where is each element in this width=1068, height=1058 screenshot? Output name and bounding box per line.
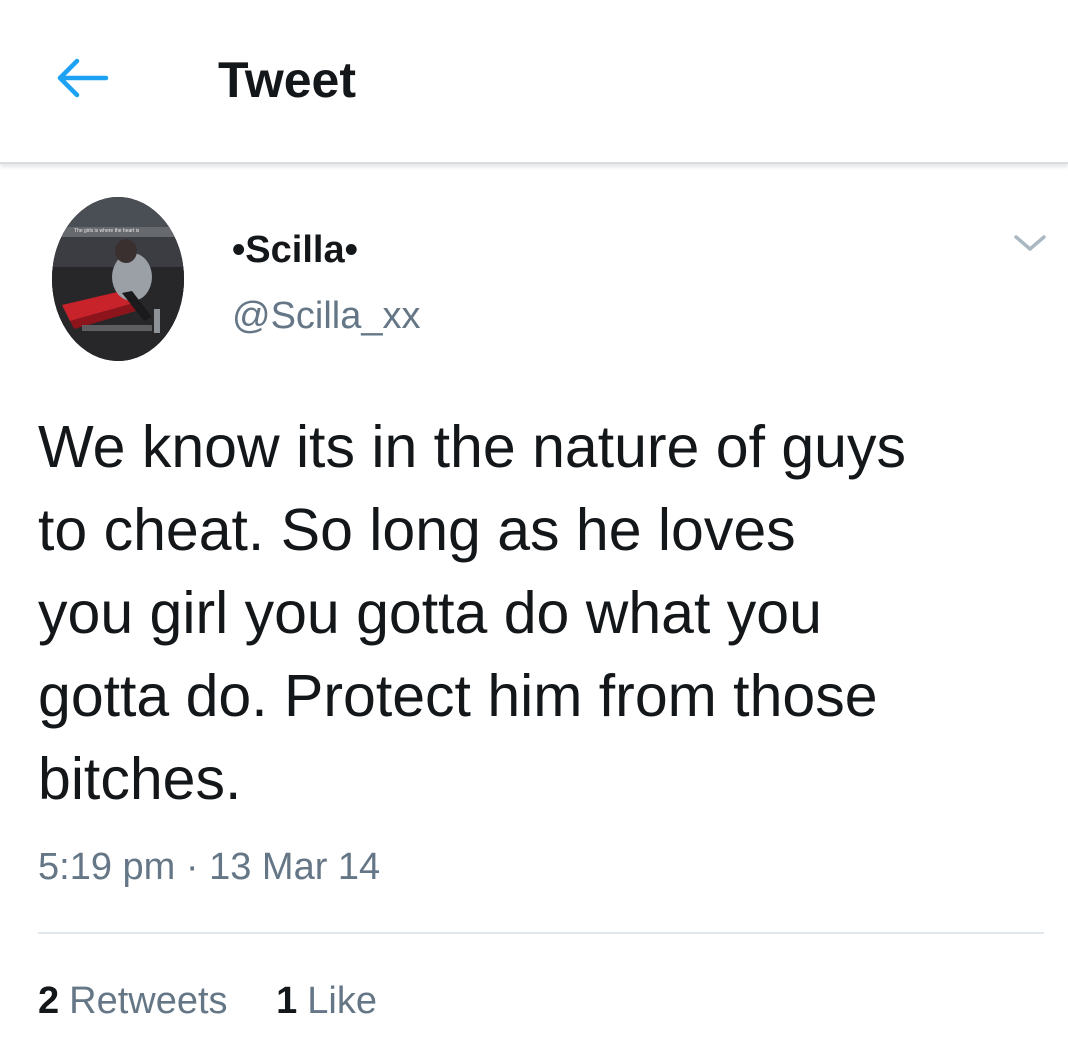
tweet-text-line: you girl you gotta do what you <box>38 580 822 646</box>
timestamp-separator: · <box>185 846 199 888</box>
page-title: Tweet <box>218 52 356 108</box>
retweets-stat[interactable]: 2 Retweets <box>38 978 228 1024</box>
arrow-left-icon <box>57 58 109 98</box>
back-button[interactable] <box>50 52 114 104</box>
tweet-text-line: We know its in the nature of guys <box>38 414 906 480</box>
top-bar: Tweet <box>0 0 1068 164</box>
author-handle[interactable]: @Scilla_xx <box>232 294 421 338</box>
tweet-time: 5:19 pm <box>38 846 176 888</box>
tweet-text-line: gotta do. Protect him from those <box>38 663 878 729</box>
tweet-text-line: bitches. <box>38 746 242 812</box>
tweet-stats: 2 Retweets 1 Like <box>38 978 377 1024</box>
retweets-label: Retweets <box>69 980 228 1022</box>
tweet-timestamp: 5:19 pm · 13 Mar 14 <box>38 844 380 890</box>
divider <box>38 932 1044 934</box>
avatar-caption: The girls is where the heart is <box>74 228 140 234</box>
tweet-date: 13 Mar 14 <box>209 846 381 888</box>
more-options-button[interactable] <box>1010 228 1050 258</box>
likes-label: Like <box>307 980 377 1022</box>
retweets-count: 2 <box>38 980 60 1022</box>
avatar[interactable]: The girls is where the heart is <box>52 197 184 361</box>
chevron-down-icon <box>1014 235 1046 251</box>
likes-stat[interactable]: 1 Like <box>276 978 377 1024</box>
tweet-text-line: to cheat. So long as he loves <box>38 497 796 563</box>
likes-count: 1 <box>276 980 298 1022</box>
tweet-text: We know its in the nature of guys to che… <box>38 406 1038 821</box>
author-display-name[interactable]: •Scilla• <box>232 228 358 272</box>
